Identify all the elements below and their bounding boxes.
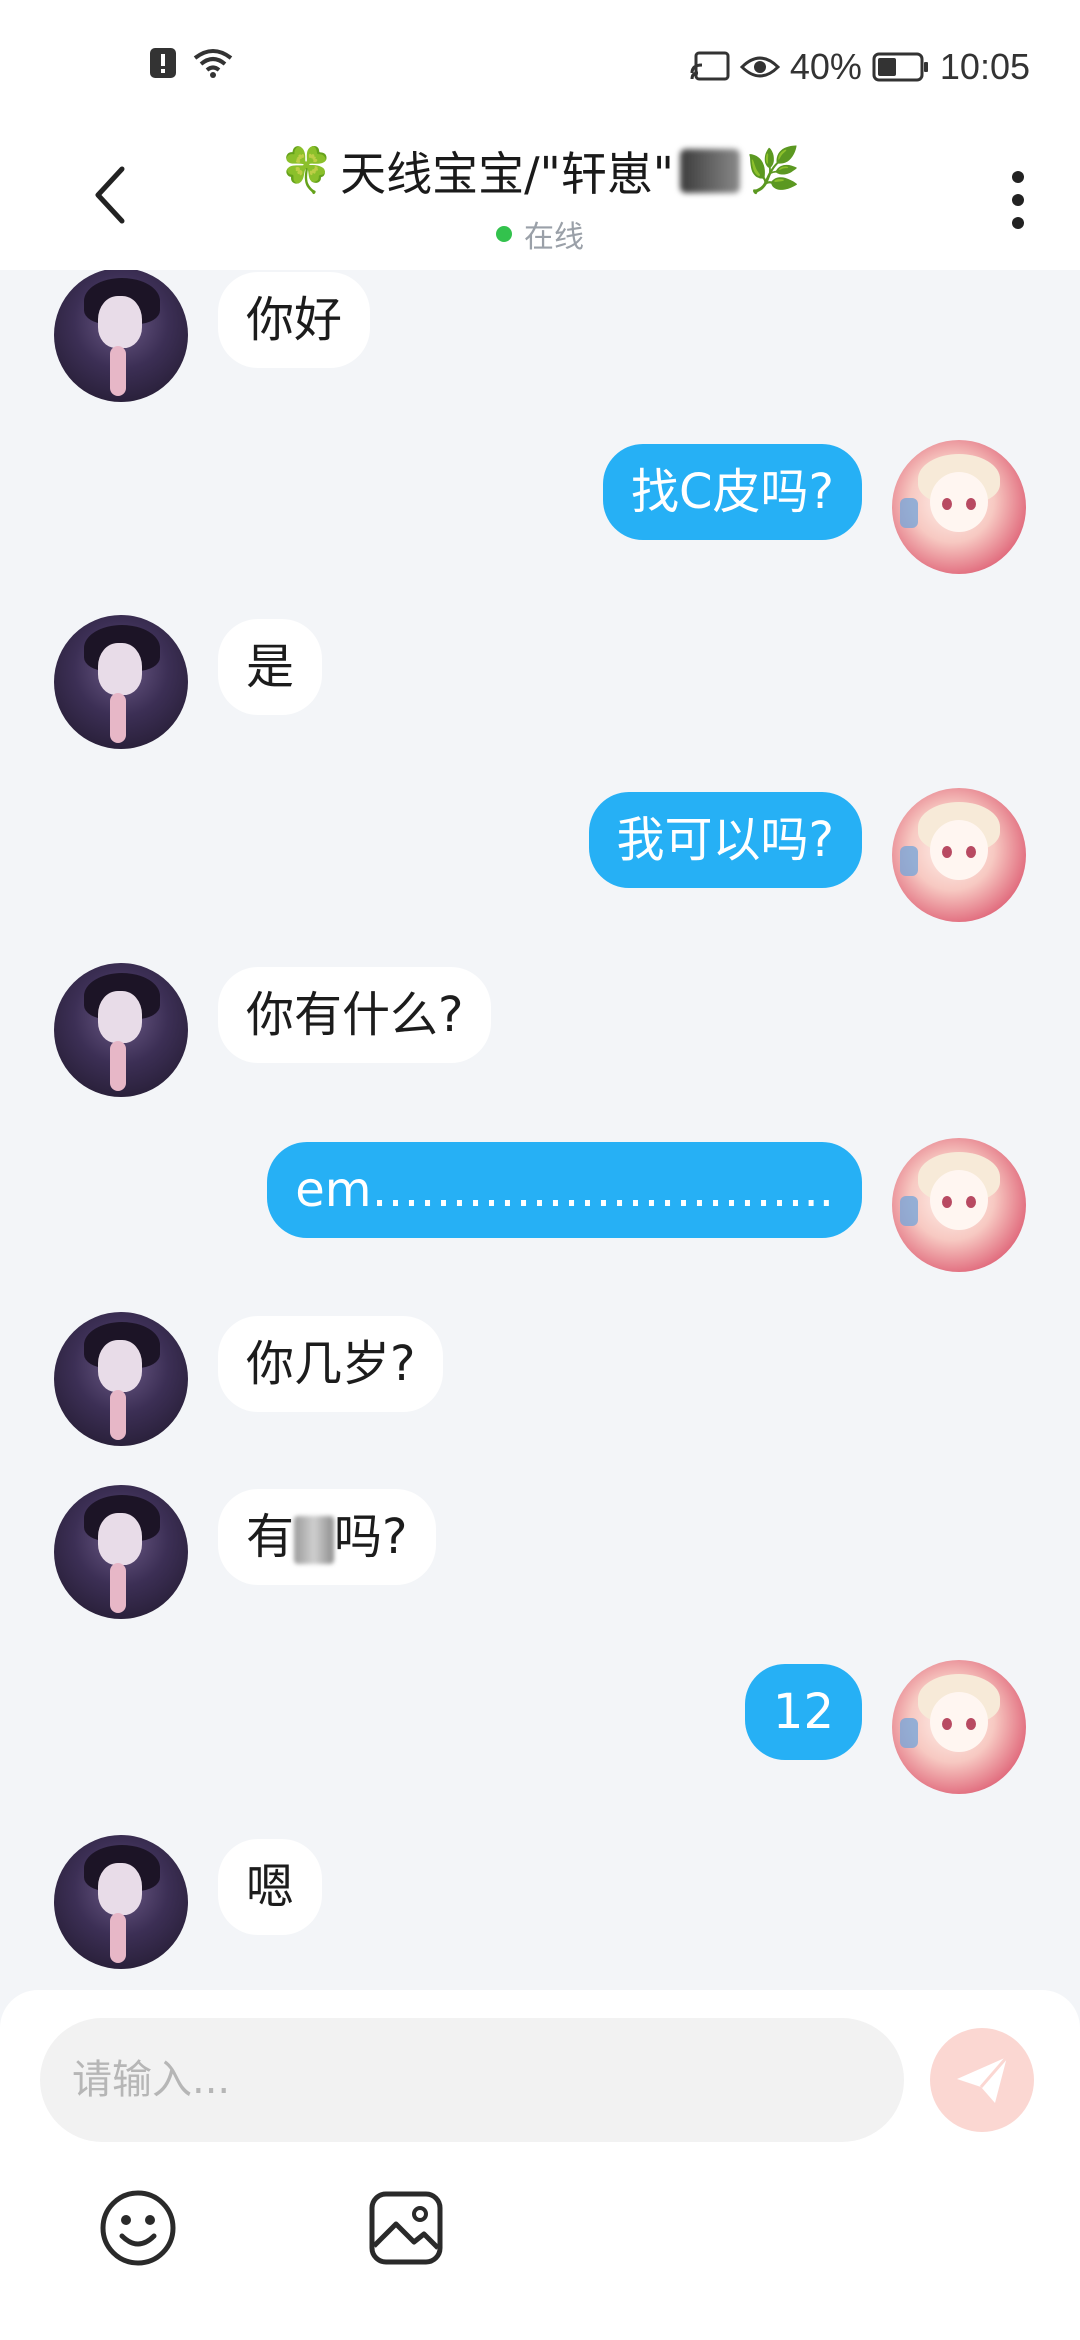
message-row: 嗯 <box>0 1835 1080 1975</box>
message-row: 找C皮吗? <box>0 440 1080 580</box>
alert-icon <box>148 46 178 80</box>
message-bubble-incoming[interactable]: 嗯 <box>218 1839 323 1935</box>
image-button[interactable] <box>364 2186 448 2270</box>
contact-avatar[interactable] <box>54 1312 188 1446</box>
presence-label: 在线 <box>524 220 584 255</box>
send-button[interactable] <box>930 2028 1034 2132</box>
more-vertical-icon <box>1012 171 1024 229</box>
message-bubble-incoming[interactable]: 你好 <box>218 272 371 368</box>
message-row: 你好 <box>0 270 1080 408</box>
message-bubble-outgoing[interactable]: 12 <box>744 1664 862 1760</box>
emoji-button[interactable] <box>96 2186 180 2270</box>
redacted-character <box>294 1516 335 1564</box>
message-text-part: 吗? <box>334 1509 408 1565</box>
contact-avatar[interactable] <box>54 1485 188 1619</box>
wifi-icon <box>192 46 234 80</box>
more-button[interactable] <box>988 160 1048 240</box>
message-row: 是 <box>0 615 1080 755</box>
message-bubble-outgoing[interactable]: em……………………….. <box>267 1142 862 1238</box>
eye-icon <box>739 53 780 81</box>
battery-icon <box>872 52 930 82</box>
status-right: 40% 10:05 <box>690 46 1030 88</box>
my-avatar[interactable] <box>892 440 1026 574</box>
contact-title[interactable]: 🍀 天线宝宝/"轩崽" 🌿 <box>279 138 800 204</box>
clock: 10:05 <box>939 46 1030 87</box>
emoji-icon <box>100 2190 176 2266</box>
battery-percent: 40% <box>789 46 862 87</box>
redacted-emoji <box>679 149 740 193</box>
message-row: 我可以吗? <box>0 788 1080 928</box>
title-block: 🍀 天线宝宝/"轩崽" 🌿 在线 <box>0 138 1080 256</box>
message-text-part: 有 <box>246 1509 295 1565</box>
contact-avatar[interactable] <box>54 270 188 402</box>
contact-avatar[interactable] <box>54 615 188 749</box>
message-input[interactable] <box>40 2018 904 2142</box>
cast-icon <box>690 51 730 83</box>
contact-avatar[interactable] <box>54 1835 188 1969</box>
message-row: 12 <box>0 1660 1080 1800</box>
clover-emoji: 🍀 <box>279 145 335 196</box>
presence-status: 在线 <box>496 212 584 256</box>
contact-avatar[interactable] <box>54 963 188 1097</box>
image-icon <box>369 2191 443 2265</box>
status-left <box>148 46 234 80</box>
leaf-emoji: 🌿 <box>745 145 801 196</box>
contact-name: 天线宝宝/"轩崽" <box>340 147 674 201</box>
message-bubble-incoming[interactable]: 有吗? <box>218 1489 436 1585</box>
message-bubble-outgoing[interactable]: 我可以吗? <box>588 792 862 888</box>
my-avatar[interactable] <box>892 1660 1026 1794</box>
message-bubble-incoming[interactable]: 你几岁? <box>218 1316 444 1412</box>
message-list[interactable]: 你好 找C皮吗? 是 我可以吗? 你有什么? em……………………….. 你几岁… <box>0 270 1080 1990</box>
my-avatar[interactable] <box>892 1138 1026 1272</box>
online-dot <box>496 226 512 242</box>
message-row: 有吗? <box>0 1485 1080 1625</box>
status-bar: 40% 10:05 <box>0 0 1080 130</box>
message-bubble-outgoing[interactable]: 找C皮吗? <box>603 444 862 540</box>
message-bubble-incoming[interactable]: 你有什么? <box>218 967 492 1063</box>
message-row: em……………………….. <box>0 1138 1080 1278</box>
message-row: 你几岁? <box>0 1312 1080 1452</box>
message-row: 你有什么? <box>0 963 1080 1103</box>
chat-header: 🍀 天线宝宝/"轩崽" 🌿 在线 <box>0 130 1080 270</box>
composer <box>0 1990 1080 2340</box>
send-icon <box>957 2056 1009 2103</box>
my-avatar[interactable] <box>892 788 1026 922</box>
message-bubble-incoming[interactable]: 是 <box>218 619 323 715</box>
